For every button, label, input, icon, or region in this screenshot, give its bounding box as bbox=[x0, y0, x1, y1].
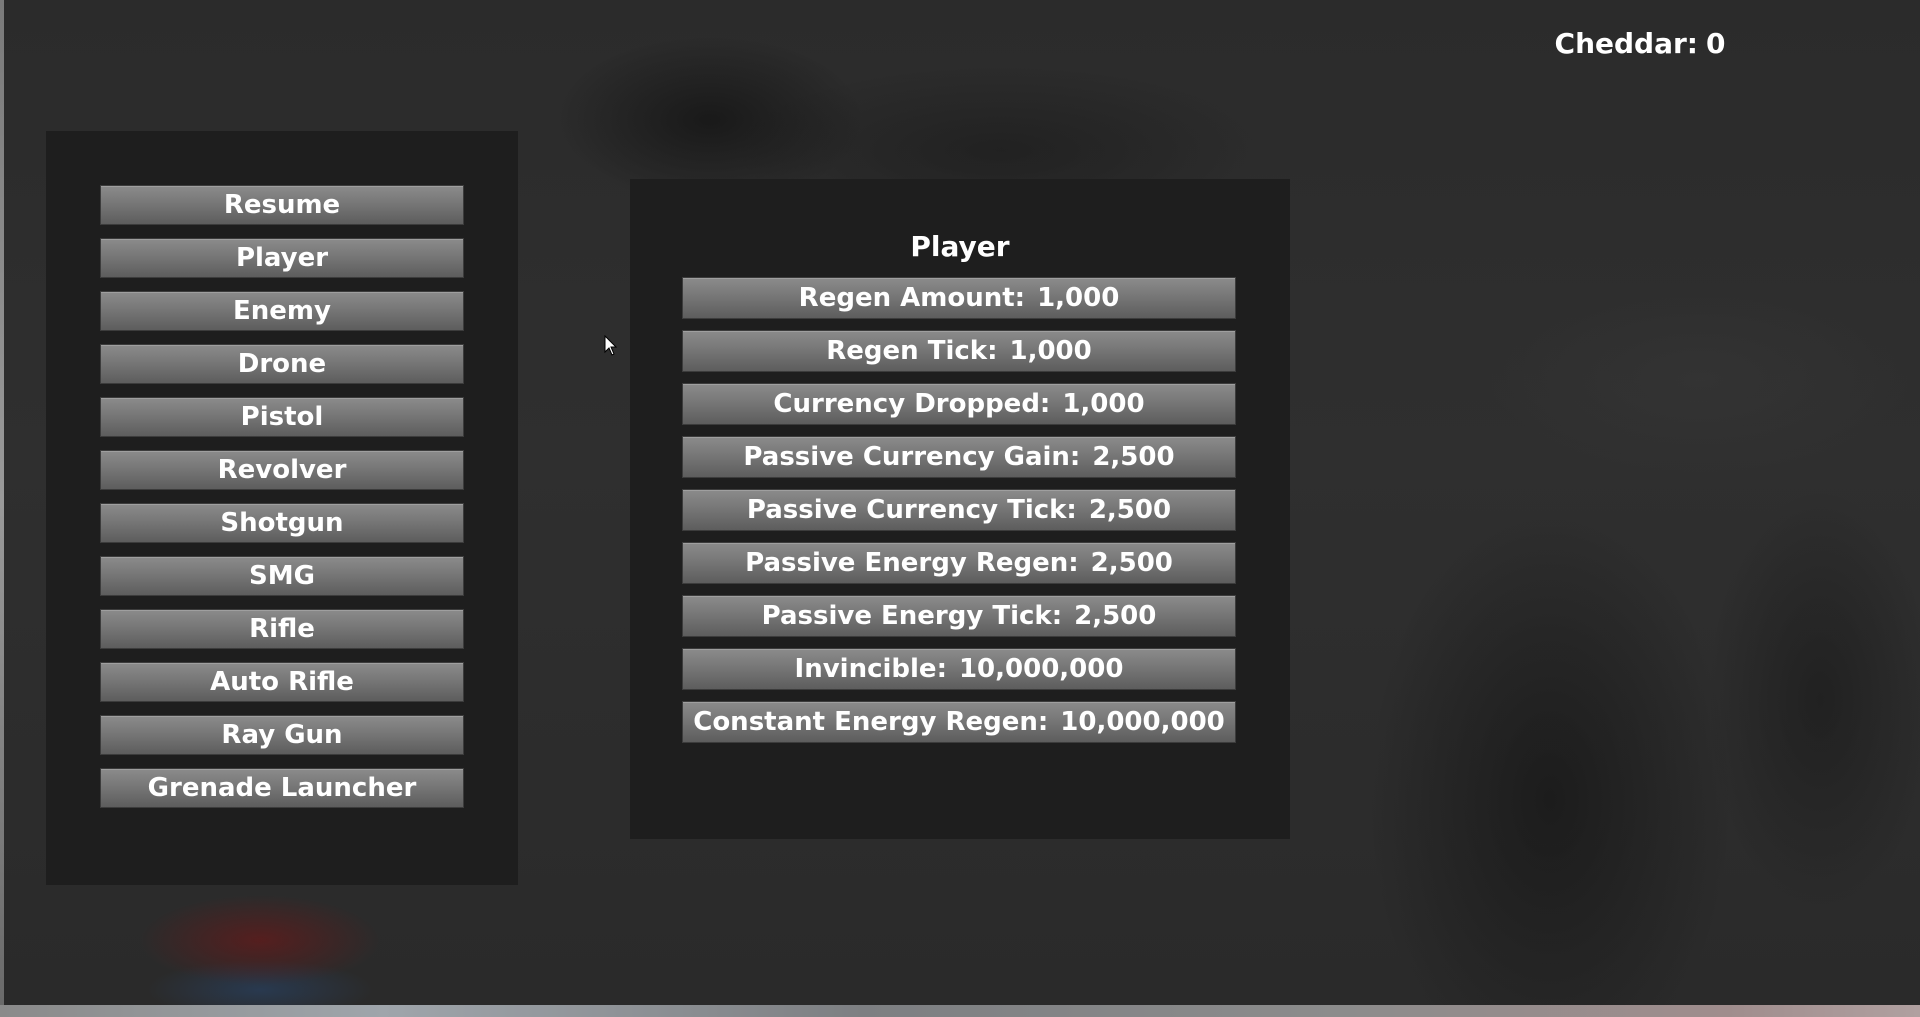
upgrade-currency-dropped-button[interactable]: Currency Dropped: 1,000 bbox=[682, 383, 1236, 425]
currency-counter: Cheddar: 0 bbox=[1540, 24, 1740, 64]
menu-item-rifle[interactable]: Rifle bbox=[100, 609, 464, 649]
upgrade-label: Currency Dropped: bbox=[773, 389, 1051, 419]
upgrade-cost: 2,500 bbox=[1088, 495, 1172, 525]
upgrade-regen-tick-button[interactable]: Regen Tick: 1,000 bbox=[682, 330, 1236, 372]
upgrade-cost: 1,000 bbox=[1009, 336, 1092, 366]
upgrade-panel: Player Regen Amount: 1,000 Regen Tick: 1,0… bbox=[630, 179, 1290, 839]
upgrade-label: Regen Tick: bbox=[826, 336, 998, 366]
menu-item-smg[interactable]: SMG bbox=[100, 556, 464, 596]
upgrade-cost: 10,000,000 bbox=[958, 654, 1124, 684]
menu-item-ray-gun[interactable]: Ray Gun bbox=[100, 715, 464, 755]
upgrade-cost: 1,000 bbox=[1037, 283, 1120, 313]
menu-item-grenade-launcher[interactable]: Grenade Launcher bbox=[100, 768, 464, 808]
menu-item-revolver[interactable]: Revolver bbox=[100, 450, 464, 490]
upgrade-invincible-button[interactable]: Invincible: 10,000,000 bbox=[682, 648, 1236, 690]
upgrade-cost: 2,500 bbox=[1090, 548, 1173, 578]
upgrade-constant-energy-regen-button[interactable]: Constant Energy Regen: 10,000,000 bbox=[682, 701, 1236, 743]
upgrade-label: Constant Energy Regen: bbox=[693, 707, 1049, 737]
currency-label: Cheddar: bbox=[1554, 27, 1698, 60]
upgrade-label: Regen Amount: bbox=[798, 283, 1026, 313]
upgrade-passive-currency-tick-button[interactable]: Passive Currency Tick: 2,500 bbox=[682, 489, 1236, 531]
upgrade-cost: 2,500 bbox=[1092, 442, 1175, 472]
upgrade-cost: 2,500 bbox=[1074, 601, 1157, 631]
upgrade-label: Passive Energy Tick: bbox=[761, 601, 1063, 631]
upgrade-regen-amount-button[interactable]: Regen Amount: 1,000 bbox=[682, 277, 1236, 319]
upgrade-label: Passive Energy Regen: bbox=[745, 548, 1079, 578]
upgrade-passive-energy-regen-button[interactable]: Passive Energy Regen: 2,500 bbox=[682, 542, 1236, 584]
resume-button[interactable]: Resume bbox=[100, 185, 464, 225]
upgrade-cost: 1,000 bbox=[1062, 389, 1145, 419]
pause-menu-panel: Resume Player Enemy Drone Pistol Revolve… bbox=[46, 131, 518, 885]
menu-item-drone[interactable]: Drone bbox=[100, 344, 464, 384]
upgrade-passive-energy-tick-button[interactable]: Passive Energy Tick: 2,500 bbox=[682, 595, 1236, 637]
blurred-hud-strip bbox=[0, 1005, 1920, 1017]
menu-item-pistol[interactable]: Pistol bbox=[100, 397, 464, 437]
menu-item-shotgun[interactable]: Shotgun bbox=[100, 503, 464, 543]
menu-item-auto-rifle[interactable]: Auto Rifle bbox=[100, 662, 464, 702]
menu-item-player[interactable]: Player bbox=[100, 238, 464, 278]
upgrade-label: Passive Currency Tick: bbox=[746, 495, 1077, 525]
upgrade-cost: 10,000,000 bbox=[1060, 707, 1225, 737]
upgrade-passive-currency-gain-button[interactable]: Passive Currency Gain: 2,500 bbox=[682, 436, 1236, 478]
mouse-pointer-icon bbox=[604, 335, 618, 356]
upgrade-label: Passive Currency Gain: bbox=[743, 442, 1081, 472]
upgrade-panel-title: Player bbox=[910, 230, 1010, 263]
upgrade-label: Invincible: bbox=[794, 654, 947, 684]
window-left-edge bbox=[0, 0, 4, 1005]
menu-item-enemy[interactable]: Enemy bbox=[100, 291, 464, 331]
currency-value: 0 bbox=[1705, 27, 1726, 60]
